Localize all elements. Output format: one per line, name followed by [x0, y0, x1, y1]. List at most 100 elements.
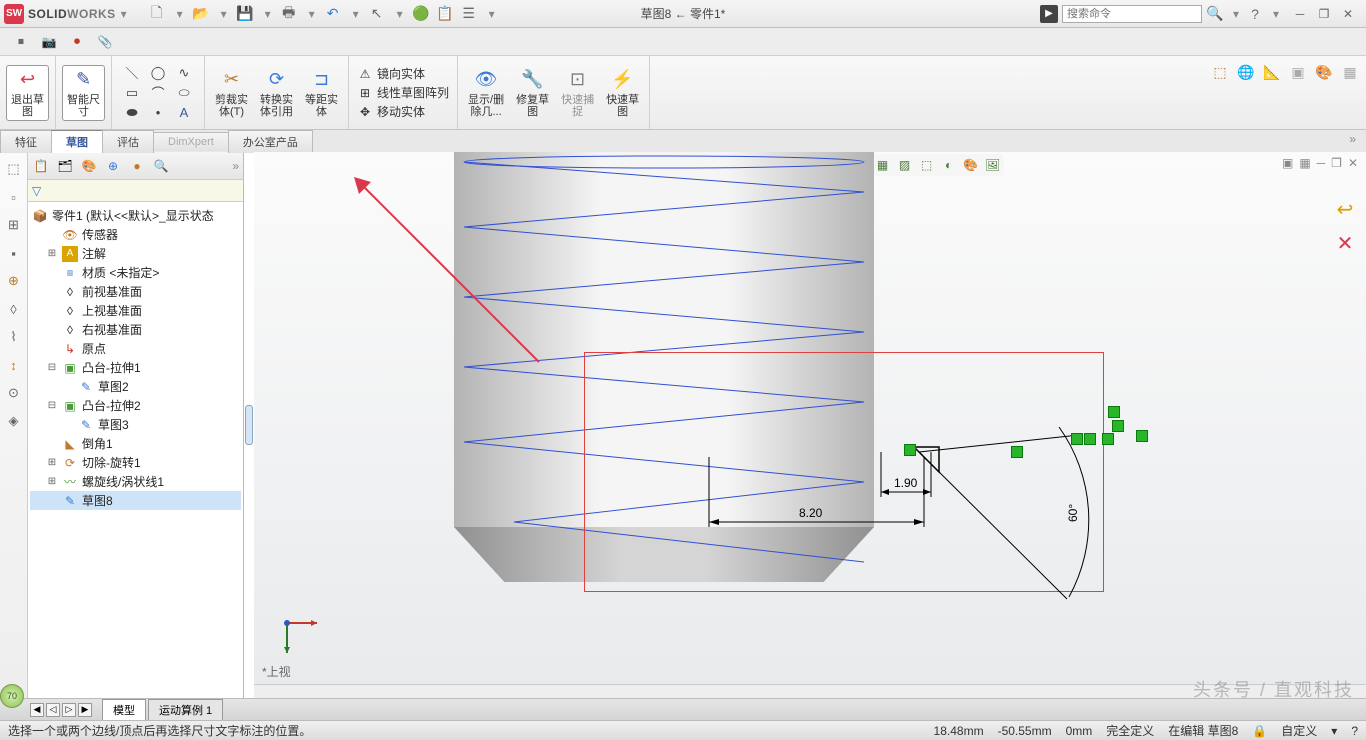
search-button-icon[interactable]: ▶: [1040, 5, 1058, 23]
view-ref-icon[interactable]: ◈: [5, 412, 23, 430]
mirror-item[interactable]: ⚠镜向实体: [357, 65, 449, 82]
horizontal-scrollbar[interactable]: [254, 684, 1366, 698]
view-coord-icon[interactable]: ⊕: [5, 272, 23, 290]
search-icon[interactable]: 🔍: [1206, 5, 1224, 23]
slot-tool-icon[interactable]: ⬬: [120, 104, 144, 122]
options-icon[interactable]: 📋: [436, 5, 454, 23]
relation-icon[interactable]: [1011, 446, 1023, 458]
list-icon[interactable]: ☰: [460, 5, 478, 23]
tab-first-icon[interactable]: ◀: [30, 703, 44, 717]
open-file-icon[interactable]: 📂: [192, 5, 210, 23]
brand-dropdown[interactable]: ▾: [118, 7, 130, 21]
tree-tab-appear-icon[interactable]: ●: [128, 157, 146, 175]
tab-next-icon[interactable]: ▷: [62, 703, 76, 717]
perspective-icon[interactable]: ⬚: [918, 156, 936, 174]
move-item[interactable]: ✥移动实体: [357, 103, 449, 120]
rebuild-icon[interactable]: 🟢: [412, 5, 430, 23]
cancel-sketch-icon[interactable]: ✕: [1332, 230, 1358, 256]
tree-sketch8[interactable]: ✎草图8: [30, 491, 241, 510]
view-edge-icon[interactable]: ⊞: [5, 216, 23, 234]
tree-tab-search-icon[interactable]: 🔍: [152, 157, 170, 175]
measure-icon[interactable]: 📐: [1262, 62, 1282, 82]
view-origin-icon[interactable]: ⊙: [5, 384, 23, 402]
search-input[interactable]: [1062, 5, 1202, 23]
undo-icon[interactable]: ↶: [324, 5, 342, 23]
appearance-icon[interactable]: 🎨: [1314, 62, 1334, 82]
smart-dimension-button[interactable]: ✎ 智能尺 寸: [62, 65, 105, 121]
tree-tab-feature-icon[interactable]: 📋: [32, 157, 50, 175]
tree-helix[interactable]: ⊞〰螺旋线/涡状线1: [30, 472, 241, 491]
filter-icon[interactable]: ▽: [32, 184, 41, 198]
tree-origin[interactable]: ↳原点: [30, 339, 241, 358]
doc-cascade-icon[interactable]: ▦: [1299, 156, 1310, 170]
relation-icon[interactable]: [1108, 406, 1120, 418]
relation-icon[interactable]: [904, 444, 916, 456]
macro-stop-icon[interactable]: ⏹: [12, 33, 30, 51]
scene-icon[interactable]: ▦: [1340, 62, 1360, 82]
help-icon[interactable]: ?: [1246, 5, 1264, 23]
tree-chamfer[interactable]: ◣倒角1: [30, 434, 241, 453]
arc-tool-icon[interactable]: ⌒: [146, 84, 170, 102]
confirm-sketch-icon[interactable]: ↩: [1332, 196, 1358, 222]
tree-top-plane[interactable]: ◊上视基准面: [30, 301, 241, 320]
tree-chevron-icon[interactable]: »: [232, 159, 239, 173]
section-icon[interactable]: ▣: [1288, 62, 1308, 82]
status-custom[interactable]: 自定义: [1281, 722, 1317, 739]
tree-cutrev[interactable]: ⊞⟳切除-旋转1: [30, 453, 241, 472]
tree-tab-config-icon[interactable]: 🗂: [56, 157, 74, 175]
maximize-icon[interactable]: ❐: [1316, 6, 1332, 22]
view-3d-icon[interactable]: ⬚: [5, 160, 23, 178]
status-menu-icon[interactable]: ▾: [1331, 724, 1337, 738]
section-view-icon[interactable]: ◐: [940, 156, 958, 174]
doc-max-icon[interactable]: ❐: [1331, 156, 1342, 170]
tree-tab-display-icon[interactable]: 🎨: [80, 157, 98, 175]
tree-root[interactable]: 📦零件1 (默认<<默认>_显示状态: [30, 206, 241, 225]
quick-sketch-button[interactable]: ⚡快速草 图: [602, 66, 643, 120]
tree-tab-prop-icon[interactable]: ⊕: [104, 157, 122, 175]
circle-tool-icon[interactable]: ◯: [146, 64, 170, 82]
new-file-icon[interactable]: 🗋: [148, 5, 166, 23]
hlr-icon[interactable]: ▨: [896, 156, 914, 174]
tree-material[interactable]: ≡材质 <未指定>: [30, 263, 241, 282]
line-tool-icon[interactable]: ＼: [120, 64, 144, 82]
wireframe-icon[interactable]: ▦: [874, 156, 892, 174]
doc-close-icon[interactable]: ✕: [1348, 156, 1358, 170]
tab-motion[interactable]: 运动算例 1: [148, 699, 223, 720]
save-icon[interactable]: 💾: [236, 5, 254, 23]
doc-min-icon[interactable]: ─: [1317, 156, 1326, 170]
rectangle-tool-icon[interactable]: ▭: [120, 84, 144, 102]
status-lock-icon[interactable]: 🔒: [1252, 724, 1267, 738]
select-icon[interactable]: ↖: [368, 5, 386, 23]
scene-icon[interactable]: 🖼: [984, 156, 1002, 174]
doc-tile-icon[interactable]: ▣: [1282, 156, 1293, 170]
ellipse-tool-icon[interactable]: ⬭: [172, 84, 196, 102]
tabs-chevron-icon[interactable]: »: [1349, 132, 1356, 146]
status-help-icon[interactable]: ?: [1351, 724, 1358, 738]
tree-sketch2[interactable]: ✎草图2: [30, 377, 241, 396]
panel-splitter[interactable]: [244, 152, 254, 698]
show-hide-button[interactable]: 👁显示/删 除几...: [464, 66, 508, 120]
camera-icon[interactable]: 📷: [40, 33, 58, 51]
view-curve-icon[interactable]: ⌇: [5, 328, 23, 346]
tab-sketch[interactable]: 草图: [51, 130, 103, 153]
tree-boss1[interactable]: ⊟▣凸台-拉伸1: [30, 358, 241, 377]
offset-button[interactable]: ⊐等距实 体: [301, 66, 342, 120]
relation-icon[interactable]: [1112, 420, 1124, 432]
text-tool-icon[interactable]: A: [172, 104, 196, 122]
tab-office[interactable]: 办公室产品: [228, 130, 313, 153]
view-plane-icon[interactable]: ◊: [5, 300, 23, 318]
view-axis-icon[interactable]: ↕: [5, 356, 23, 374]
relation-icon[interactable]: [1136, 430, 1148, 442]
globe-icon[interactable]: 🌐: [1236, 62, 1256, 82]
tab-dimxpert[interactable]: DimXpert: [153, 132, 229, 151]
trim-button[interactable]: ✂剪裁实 体(T): [211, 66, 252, 120]
tab-last-icon[interactable]: ▶: [78, 703, 92, 717]
cube-icon[interactable]: ⬚: [1210, 62, 1230, 82]
tree-sensors[interactable]: 👁传感器: [30, 225, 241, 244]
print-icon[interactable]: 🖶: [280, 5, 298, 23]
view-face-icon[interactable]: ▫: [5, 188, 23, 206]
display-state-icon[interactable]: 🎨: [962, 156, 980, 174]
quick-snap-button[interactable]: ⊡快速捕 捉: [557, 66, 598, 120]
close-icon[interactable]: ✕: [1340, 6, 1356, 22]
tree-sketch3[interactable]: ✎草图3: [30, 415, 241, 434]
